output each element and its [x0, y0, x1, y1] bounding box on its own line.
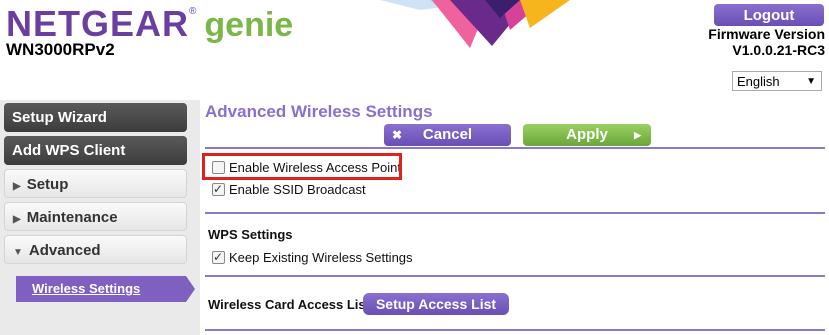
- enable-ssid-broadcast-label: Enable SSID Broadcast: [229, 182, 366, 197]
- sidebar-item-add-wps-client[interactable]: Add WPS Client: [4, 136, 187, 165]
- main-content: Advanced Wireless Settings ✖ Cancel Appl…: [205, 100, 829, 335]
- logout-button[interactable]: Logout: [714, 4, 824, 26]
- page-title: Advanced Wireless Settings: [205, 102, 433, 121]
- netgear-logo-text: NETGEAR: [6, 3, 190, 44]
- cancel-button[interactable]: ✖ Cancel: [384, 124, 511, 146]
- setup-access-list-button[interactable]: Setup Access List: [363, 293, 509, 315]
- sidebar-item-setup[interactable]: ▶ Setup: [4, 169, 187, 198]
- apply-button[interactable]: Apply ▶: [523, 124, 651, 146]
- sidebar-item-maintenance[interactable]: ▶ Maintenance: [4, 202, 187, 231]
- keep-existing-settings-row: Keep Existing Wireless Settings: [212, 249, 413, 266]
- firmware-version-label: Firmware Version: [708, 26, 825, 42]
- sidebar-item-setup-wizard[interactable]: Setup Wizard: [4, 103, 187, 132]
- wps-settings-heading: WPS Settings: [208, 227, 293, 242]
- sidebar-item-advanced[interactable]: ▼ Advanced: [4, 235, 187, 264]
- divider: [205, 275, 825, 277]
- play-arrow-icon: ▶: [634, 130, 641, 140]
- sidebar: Setup Wizard Add WPS Client ▶ Setup ▶ Main…: [0, 100, 200, 335]
- highlight-annotation-box: [202, 153, 402, 180]
- enable-ssid-broadcast-row: Enable SSID Broadcast: [212, 181, 366, 198]
- decorative-banner: [380, 0, 570, 48]
- active-pointer: [186, 276, 195, 302]
- close-icon: ✖: [392, 128, 403, 142]
- keep-existing-settings-label: Keep Existing Wireless Settings: [229, 250, 413, 265]
- divider: [205, 147, 825, 149]
- divider: [205, 212, 825, 214]
- chevron-down-icon: ▼: [806, 76, 816, 87]
- triangle-right-icon: ▶: [13, 181, 21, 192]
- divider: [205, 329, 825, 331]
- wireless-card-access-list-label: Wireless Card Access List: [208, 297, 370, 312]
- language-select[interactable]: English ▼: [732, 71, 822, 91]
- triangle-right-icon: ▶: [13, 214, 21, 225]
- netgear-genie-logo: NETGEAR® genie: [6, 3, 294, 45]
- model-name: WN3000RPv2: [6, 40, 115, 59]
- sidebar-item-wireless-settings[interactable]: Wireless Settings: [16, 276, 186, 302]
- triangle-down-icon: ▼: [13, 247, 23, 258]
- keep-existing-settings-checkbox[interactable]: [212, 249, 225, 265]
- enable-ssid-broadcast-checkbox[interactable]: [212, 181, 225, 197]
- language-selected-value: English: [737, 74, 780, 89]
- firmware-version-value: V1.0.0.21-RC3: [732, 42, 825, 58]
- header: NETGEAR® genie WN3000RPv2 Logout Firmware…: [0, 0, 829, 100]
- genie-logo-text: genie: [204, 6, 294, 44]
